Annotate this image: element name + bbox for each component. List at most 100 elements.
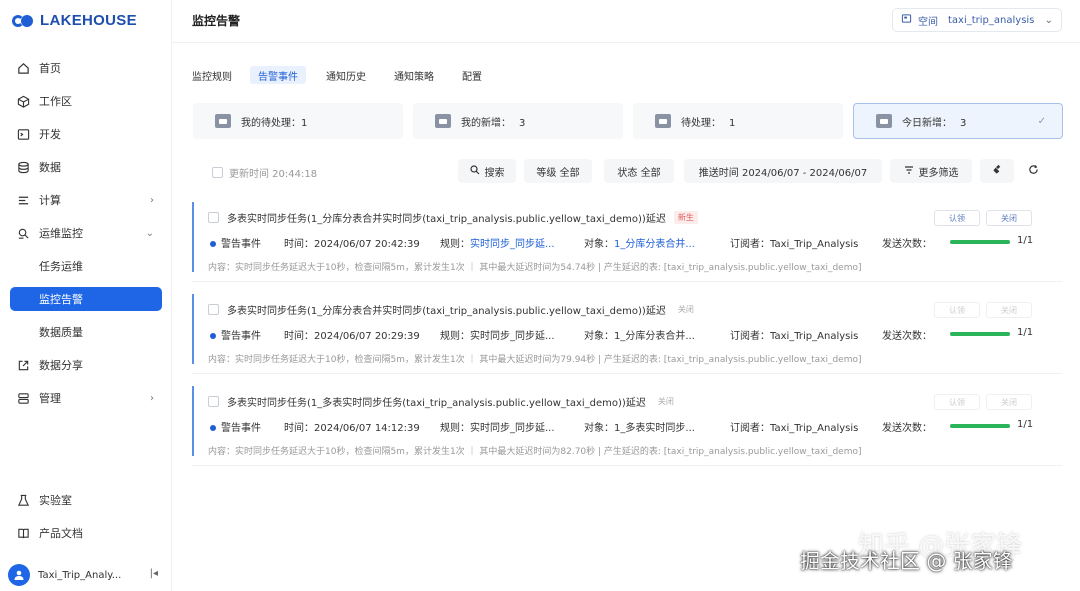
alert-subscriber: 订阅者：Taxi_Trip_Analysis [730,239,859,250]
object-label: 对象： [584,239,614,250]
object-text: 1_分库分表合并... [614,331,695,342]
alert-accent-bar [192,202,194,272]
sidebar-item-data[interactable]: 数据 [10,155,162,179]
rule-link[interactable]: 实时同步_同步延... [470,239,555,250]
chevron-down-icon: ⌄ [1044,14,1053,26]
alert-card[interactable]: 多表实时同步任务(1_分库分表合并实时同步(taxi_trip_analysis… [192,202,1062,282]
close-alert-button[interactable]: 关闭 [986,394,1032,410]
status-badge: 新生 [673,211,698,224]
database-icon [16,160,30,174]
alert-checkbox[interactable] [208,396,219,407]
stat-my-pending[interactable]: 我的待处理：1 [193,103,403,139]
search-button[interactable]: 搜索 [458,159,516,183]
claim-button[interactable]: 认领 [934,210,980,226]
avatar [8,564,30,586]
tab-alert-events[interactable]: 告警事件 [250,66,306,84]
stat-value: 1 [729,117,736,129]
collapse-sidebar-icon[interactable]: |◂ [150,568,158,579]
object-label: 对象： [584,331,614,342]
sidebar-item-manage[interactable]: 管理 › [10,386,162,410]
close-alert-button[interactable]: 关闭 [986,210,1032,226]
stat-my-new[interactable]: 我的新增： 3 [413,103,623,139]
alert-type-text: 警告事件 [221,423,261,434]
chevron-down-icon: ⌄ [145,227,154,239]
alert-title-row: 多表实时同步任务(1_分库分表合并实时同步(taxi_trip_analysis… [208,302,698,317]
alert-title-row: 多表实时同步任务(1_分库分表合并实时同步(taxi_trip_analysis… [208,210,698,225]
stat-value: 3 [960,117,967,129]
sidebar-item-lab[interactable]: 实验室 [10,488,162,512]
home-icon [16,61,30,75]
sidebar-item-label: 运维监控 [39,227,83,240]
stat-pending[interactable]: 待处理： 1 [633,103,843,139]
sidebar-item-label: 数据质量 [39,326,83,339]
alert-type: 警告事件 [210,419,261,434]
event-dot-icon [210,425,216,431]
send-progress-fill [950,240,1010,244]
tab-notification-history[interactable]: 通知历史 [318,66,374,84]
level-filter[interactable]: 等级 全部 [524,159,592,183]
object-link[interactable]: 1_分库分表合并... [614,239,695,250]
search-label: 搜索 [484,167,505,179]
send-count: 1/1 [1017,327,1034,338]
stat-today-new[interactable]: 今日新增： 3 ✓ [853,103,1063,139]
sidebar-item-compute[interactable]: 计算 › [10,188,162,212]
claim-button[interactable]: 认领 [934,302,980,318]
calendar-icon [655,114,671,128]
space-selector[interactable]: 空间 taxi_trip_analysis ⌄ [892,8,1062,32]
alert-accent-bar [192,294,194,364]
refresh-button[interactable] [1018,159,1048,183]
select-all-checkbox[interactable] [212,167,223,178]
sidebar-item-task-ops[interactable]: 任务运维 [10,254,162,278]
send-count: 1/1 [1017,235,1034,246]
status-badge: 关闭 [657,397,674,406]
send-count-label: 发送次数： [882,331,932,342]
alert-card[interactable]: 多表实时同步任务(1_分库分表合并实时同步(taxi_trip_analysis… [192,294,1062,374]
space-value: taxi_trip_analysis [948,14,1035,26]
tab-monitoring-rules[interactable]: 监控规则 [184,66,240,84]
sidebar-item-workspace[interactable]: 工作区 [10,89,162,113]
more-filters-button[interactable]: 更多筛选 [890,159,972,183]
sidebar-item-data-share[interactable]: 数据分享 [10,353,162,377]
claim-button[interactable]: 认领 [934,394,980,410]
status-filter[interactable]: 状态 全部 [604,159,674,183]
sidebar: LAKEHOUSE 首页 工作区 开发 数据 计算 › 运维监控 ⌄ 任务运维 … [0,0,172,591]
sidebar-item-develop[interactable]: 开发 [10,122,162,146]
close-alert-button[interactable]: 关闭 [986,302,1032,318]
logo[interactable]: LAKEHOUSE [12,12,137,29]
sidebar-item-data-quality[interactable]: 数据质量 [10,320,162,344]
alert-rule: 规则：实时同步_同步延... [440,419,555,434]
alert-accent-bar [192,386,194,456]
clear-button[interactable] [980,159,1014,183]
tab-notification-policy[interactable]: 通知策略 [386,66,442,84]
header-divider [172,42,1080,43]
status-badge: 关闭 [677,305,694,314]
push-time-filter[interactable]: 推送时间 2024/06/07 - 2024/06/07 [684,159,882,183]
alert-checkbox[interactable] [208,304,219,315]
rule-label: 规则： [440,331,470,342]
alert-card[interactable]: 多表实时同步任务(1_多表实时同步任务(taxi_trip_analysis.p… [192,386,1062,466]
alert-checkbox[interactable] [208,212,219,223]
alert-title: 多表实时同步任务(1_分库分表合并实时同步(taxi_trip_analysis… [227,214,666,225]
sidebar-item-monitoring-alerts[interactable]: 监控告警 [10,287,162,311]
update-time: 更新时间 20:44:18 [212,165,317,180]
event-dot-icon [210,333,216,339]
logo-text: LAKEHOUSE [40,12,137,29]
send-progress-fill [950,332,1010,336]
alert-type-text: 警告事件 [221,331,261,342]
server-icon [16,391,30,405]
stat-label: 待处理： [681,117,721,129]
rule-text: 实时同步_同步延... [470,331,555,342]
sidebar-item-home[interactable]: 首页 [10,56,162,80]
sidebar-item-label: 开发 [39,128,61,141]
object-label: 对象： [584,423,614,434]
user-account[interactable]: Taxi_Trip_Analy... |◂ [8,560,164,590]
alert-time: 时间：2024/06/07 14:12:39 [284,423,420,434]
sidebar-item-docs[interactable]: 产品文档 [10,521,162,545]
sidebar-item-ops-monitoring[interactable]: 运维监控 ⌄ [10,221,162,245]
refresh-icon [1028,164,1039,178]
share-icon [16,358,30,372]
tab-config[interactable]: 配置 [454,66,490,84]
more-filters-label: 更多筛选 [918,167,959,179]
sidebar-item-label: 管理 [39,392,61,405]
alert-rule: 规则：实时同步_同步延... [440,327,555,342]
